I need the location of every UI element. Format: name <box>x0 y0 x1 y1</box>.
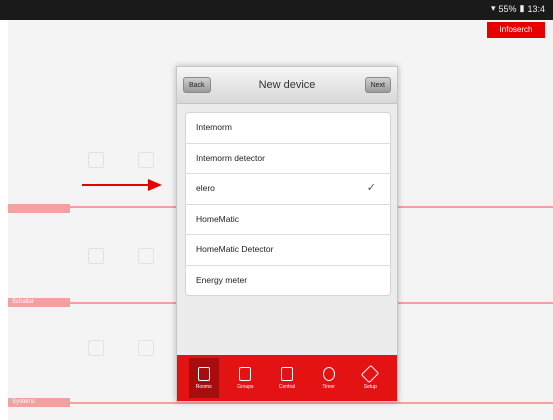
list-item-label: HomeMatic <box>196 213 239 224</box>
next-button[interactable]: Next <box>364 77 391 93</box>
rooms-icon <box>197 366 210 381</box>
background-device-icon <box>138 248 154 264</box>
device-type-list: Intemorm Intemorm detector elero ✓ HomeM… <box>185 112 391 296</box>
tab-label: Groups <box>237 383 254 390</box>
bottom-tab-bar: Rooms Groups Central Timer Setup <box>177 355 397 401</box>
central-icon <box>280 366 293 381</box>
list-item-energy-meter[interactable]: Energy meter <box>186 266 390 296</box>
tab-label: Rooms <box>195 383 212 390</box>
list-item-label: Intemorm <box>196 122 232 132</box>
background-device-icon <box>138 152 154 168</box>
section-tag: Schalter <box>8 298 70 307</box>
list-item-label: elero <box>196 183 215 193</box>
list-item-label: HomeMatic Detector <box>196 244 274 254</box>
background-device-icon <box>88 248 104 264</box>
setup-icon <box>361 364 380 383</box>
background-device-icon <box>88 152 104 168</box>
tab-timer[interactable]: Timer <box>314 358 344 398</box>
list-item-homematic[interactable]: HomeMatic <box>186 205 390 235</box>
annotation-arrow-head-icon <box>148 179 162 191</box>
list-item-intemorm[interactable]: Intemorm <box>186 113 390 144</box>
status-bar: ▾ 55% ▮ 13:4 <box>0 0 553 20</box>
tab-label: Setup <box>363 383 377 390</box>
tab-label: Central <box>278 383 296 390</box>
background-device-icon <box>138 340 154 356</box>
section-tag: Systems <box>8 398 70 407</box>
timer-icon <box>322 366 335 381</box>
status-icons: ▾ 55% ▮ 13:4 <box>491 3 545 14</box>
list-item-elero[interactable]: elero ✓ <box>186 174 390 205</box>
list-item-homematic-detector[interactable]: HomeMatic Detector <box>186 235 390 266</box>
tab-central[interactable]: Central <box>272 358 302 398</box>
battery-level: 55% <box>498 3 517 14</box>
list-item-intemorm-detector[interactable]: Intemorm detector <box>186 144 390 174</box>
tab-label: Timer <box>322 383 335 390</box>
battery-icon: ▮ <box>519 3 525 13</box>
background-device-icon <box>88 340 104 356</box>
wifi-icon: ▾ <box>490 3 496 13</box>
tab-setup[interactable]: Setup <box>355 358 385 398</box>
annotation-arrow-line <box>82 184 152 186</box>
clock: 13:4 <box>527 3 545 14</box>
background-top-button[interactable]: Infoserch <box>487 22 545 38</box>
section-divider <box>8 402 553 404</box>
checkmark-icon: ✓ <box>366 182 376 194</box>
tab-groups[interactable]: Groups <box>230 358 260 398</box>
list-item-label: Intemorm detector <box>196 152 265 163</box>
new-device-dialog: New device Back Next Intemorm Intemorm d… <box>176 66 398 402</box>
back-button[interactable]: Back <box>183 77 211 93</box>
list-item-label: Energy meter <box>196 274 248 285</box>
section-tag <box>8 204 70 213</box>
dialog-header: New device Back Next <box>177 67 397 104</box>
tab-rooms[interactable]: Rooms <box>188 358 219 398</box>
groups-icon <box>239 366 252 381</box>
